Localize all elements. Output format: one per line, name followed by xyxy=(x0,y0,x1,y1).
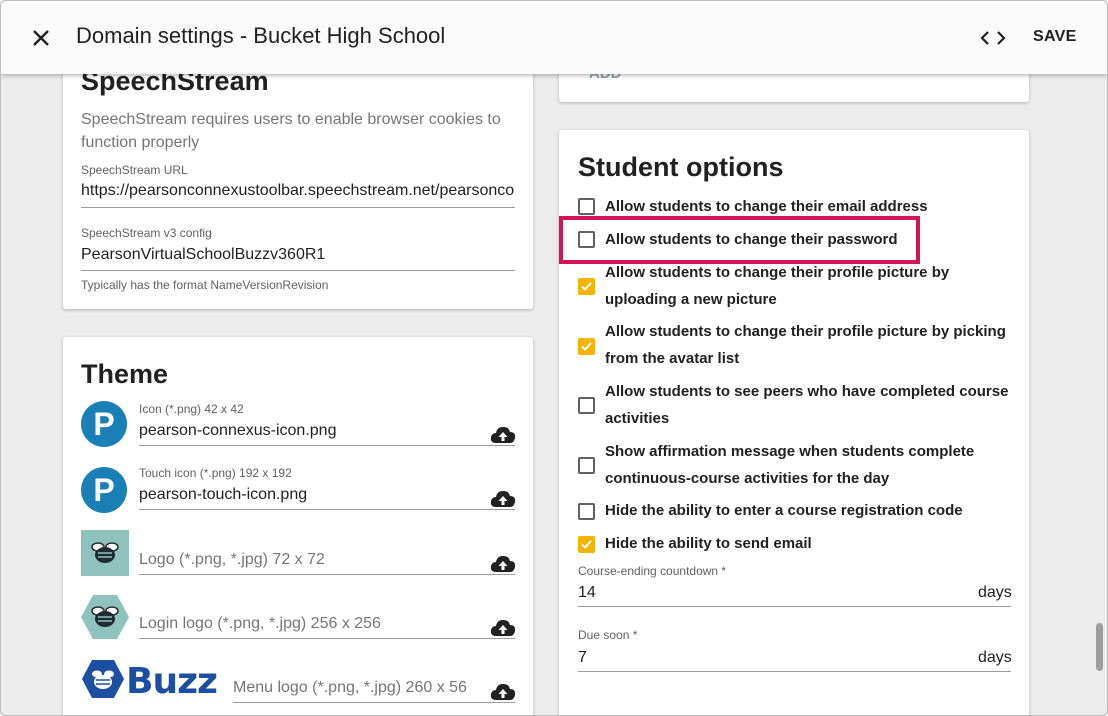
upload-icon[interactable] xyxy=(490,682,516,702)
checkbox-send-email[interactable] xyxy=(578,536,595,553)
touch-icon-underline xyxy=(139,509,515,510)
checkbox-see-peers[interactable] xyxy=(578,397,595,414)
pearson-logo-letter: P xyxy=(93,472,115,508)
code-icon[interactable] xyxy=(979,26,1007,50)
option-label: Hide the ability to enter a course regis… xyxy=(605,502,963,519)
option-label: Allow students to change their profile p… xyxy=(605,259,949,313)
upload-icon[interactable] xyxy=(490,425,516,445)
icon-field-label: Icon (*.png) 42 x 42 xyxy=(139,402,244,416)
option-label-line: uploading a new picture xyxy=(605,291,777,308)
highlight-box xyxy=(559,216,920,264)
theme-heading: Theme xyxy=(81,359,169,389)
login-logo-field-input[interactable]: Login logo (*.png, *.jpg) 256 x 256 xyxy=(139,615,381,633)
option-label: Allow students to see peers who have com… xyxy=(605,378,1008,432)
dialog-window: Domain settings - Bucket High School SAV… xyxy=(0,0,1108,716)
touch-icon-field-input[interactable]: pearson-touch-icon.png xyxy=(139,486,479,504)
due-soon-unit: days xyxy=(978,649,1012,666)
upload-icon[interactable] xyxy=(490,618,516,638)
speechstream-description: SpeechStream requires users to enable br… xyxy=(81,108,501,154)
close-icon[interactable] xyxy=(29,26,53,50)
menu-logo-field-input[interactable]: Menu logo (*.png, *.jpg) 260 x 56 xyxy=(233,679,467,697)
option-label-line: from the avatar list xyxy=(605,350,740,367)
pearson-logo-letter: P xyxy=(93,406,115,442)
save-button[interactable]: SAVE xyxy=(1033,28,1077,46)
bee-logo-icon xyxy=(82,660,124,698)
menu-logo-underline xyxy=(233,702,515,703)
due-soon-label: Due soon * xyxy=(578,628,638,642)
theme-card: Theme P Icon (*.png) 42 x 42 pearson-con… xyxy=(63,337,533,715)
option-label-line: continuous-course activities for the day xyxy=(605,470,890,487)
option-label-line: activities xyxy=(605,410,670,427)
due-soon-input[interactable]: 7 xyxy=(578,649,878,667)
logo-field-input[interactable]: Logo (*.png, *.jpg) 72 x 72 xyxy=(139,551,325,569)
page-title: Domain settings - Bucket High School xyxy=(76,23,446,48)
description-line: SpeechStream requires users to enable br… xyxy=(81,111,501,128)
speechstream-config-label: SpeechStream v3 config xyxy=(81,226,212,240)
option-label-line: Allow students to see peers who have com… xyxy=(605,383,1009,400)
speechstream-card: SpeechStream SpeechStream requires users… xyxy=(63,41,533,309)
icon-underline xyxy=(139,445,515,446)
url-underline xyxy=(81,207,515,208)
login-logo-underline xyxy=(139,638,515,639)
buzz-logo-text: Buzz xyxy=(126,661,218,702)
checkbox-registration-code[interactable] xyxy=(578,503,595,520)
option-label: Show affirmation message when students c… xyxy=(605,438,974,492)
option-label: Hide the ability to send email xyxy=(605,535,812,552)
checkbox-upload-picture[interactable] xyxy=(578,278,595,295)
bee-logo-icon xyxy=(81,595,129,639)
option-label-line: Show affirmation message when students c… xyxy=(605,443,975,460)
option-label-line: Allow students to change their profile p… xyxy=(605,323,1006,340)
icon-field-input[interactable]: pearson-connexus-icon.png xyxy=(139,422,479,440)
countdown-label: Course-ending countdown * xyxy=(578,564,727,578)
touch-icon-field-label: Touch icon (*.png) 192 x 192 xyxy=(139,466,292,480)
config-underline xyxy=(81,270,515,271)
upload-icon[interactable] xyxy=(490,554,516,574)
scrollbar-thumb[interactable] xyxy=(1096,623,1103,671)
speechstream-config-input[interactable]: PearsonVirtualSchoolBuzzv360R1 xyxy=(81,246,515,264)
checkbox-avatar-list[interactable] xyxy=(578,338,595,355)
due-soon-underline xyxy=(578,671,1011,672)
speechstream-url-label: SpeechStream URL xyxy=(81,163,188,177)
countdown-input[interactable]: 14 xyxy=(578,584,878,602)
speechstream-url-input[interactable]: https://pearsonconnexustoolbar.speechstr… xyxy=(81,182,515,200)
countdown-underline xyxy=(578,606,1011,607)
option-label: Allow students to change their profile p… xyxy=(605,318,1006,372)
upload-icon[interactable] xyxy=(490,489,516,509)
student-options-heading: Student options xyxy=(578,152,784,182)
dialog-header: Domain settings - Bucket High School SAV… xyxy=(1,1,1107,74)
speechstream-config-hint: Typically has the format NameVersionRevi… xyxy=(81,278,329,292)
description-line: function properly xyxy=(81,134,200,151)
checkbox-change-email[interactable] xyxy=(578,198,595,215)
checkbox-affirmation[interactable] xyxy=(578,457,595,474)
logo-underline xyxy=(139,574,515,575)
countdown-unit: days xyxy=(978,584,1012,601)
bee-logo-icon xyxy=(81,530,129,576)
